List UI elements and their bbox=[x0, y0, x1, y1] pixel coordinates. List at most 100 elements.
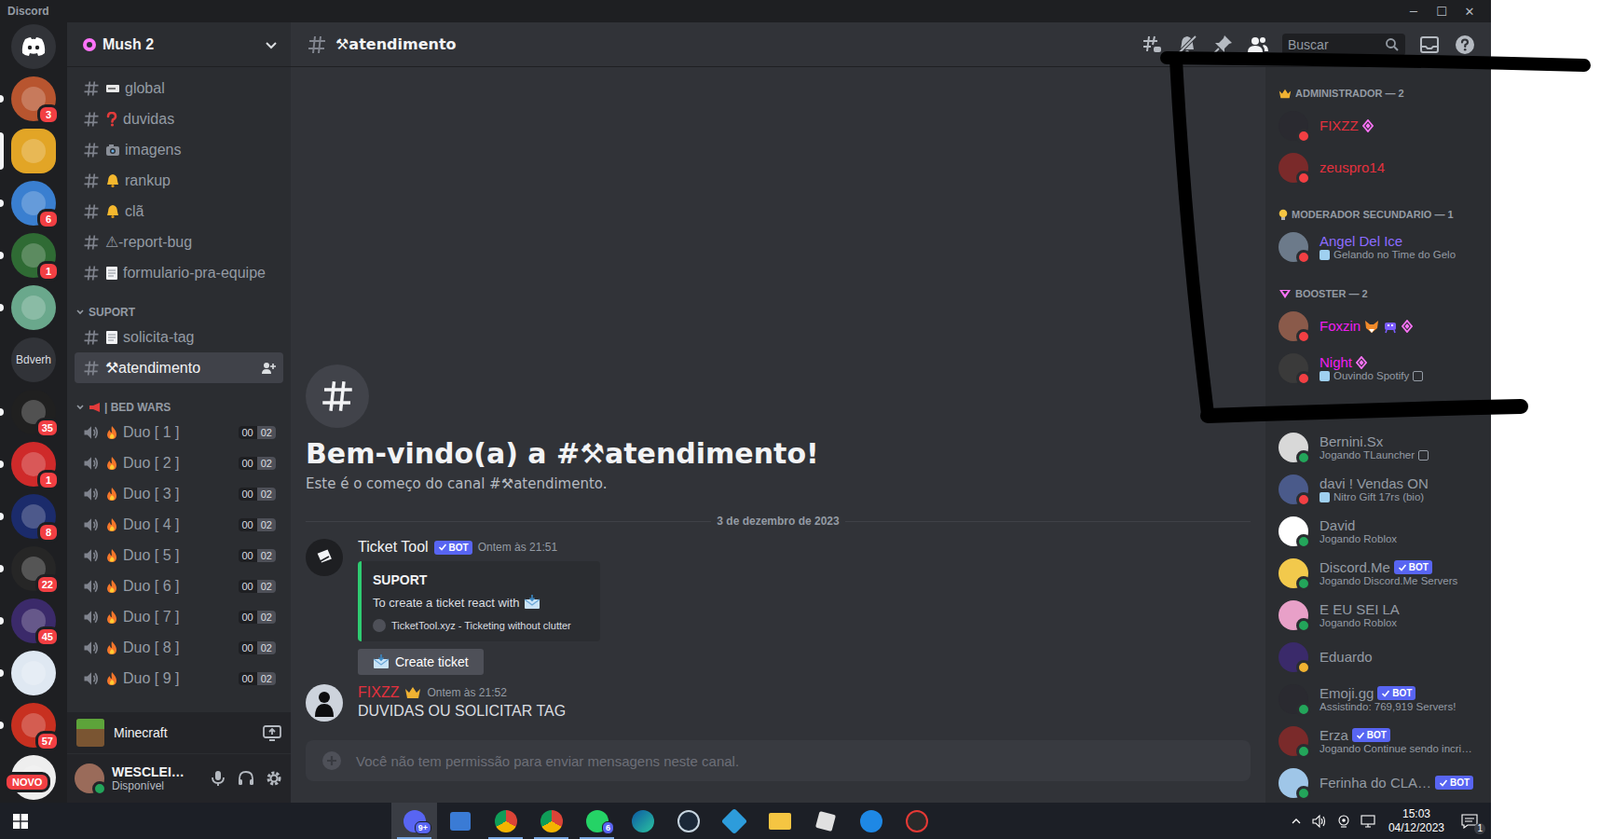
taskbar-app-button[interactable]: 6 bbox=[574, 802, 620, 839]
channel-item[interactable]: solicita-tag bbox=[74, 321, 284, 353]
taskbar-app-button[interactable] bbox=[665, 802, 712, 839]
member-item[interactable]: Ferinha do CLA…BOT bbox=[1271, 761, 1486, 803]
member-avatar bbox=[1278, 474, 1309, 505]
member-item[interactable]: DavidJogando Roblox bbox=[1271, 509, 1486, 552]
channel-category[interactable]: SUPORT bbox=[74, 302, 284, 322]
start-button[interactable] bbox=[0, 802, 42, 839]
channel-item[interactable]: Duo [ 4 ]0002 bbox=[74, 508, 284, 540]
server-item[interactable] bbox=[0, 128, 68, 174]
server-item[interactable]: 1 bbox=[0, 232, 68, 278]
channel-item[interactable]: Duo [ 2 ]0002 bbox=[74, 447, 284, 479]
server-item[interactable]: 22 bbox=[0, 546, 68, 591]
channel-item[interactable]: ⚒atendimento bbox=[74, 352, 284, 383]
taskbar-app-button[interactable] bbox=[802, 802, 848, 839]
channel-item[interactable]: formulario-pra-equipe bbox=[74, 257, 284, 288]
channel-item[interactable]: Duo [ 9 ]0002 bbox=[74, 662, 284, 694]
taskbar-app-button[interactable] bbox=[482, 802, 529, 839]
member-item[interactable]: E EU SEI LAJogando Roblox bbox=[1271, 593, 1486, 636]
inbox-icon[interactable] bbox=[1418, 33, 1441, 56]
message-avatar[interactable] bbox=[305, 538, 343, 576]
help-icon[interactable] bbox=[1453, 33, 1477, 56]
bulb-icon bbox=[1278, 208, 1288, 221]
create-ticket-button[interactable]: Create ticket bbox=[357, 648, 484, 675]
server-item[interactable]: 35 bbox=[0, 389, 68, 435]
message-author[interactable]: Ticket Tool bbox=[357, 538, 429, 556]
channel-item[interactable]: Duo [ 6 ]0002 bbox=[74, 570, 284, 602]
message-avatar[interactable] bbox=[305, 683, 343, 722]
member-item[interactable]: Emoji.ggBOTAssistindo: 769,919 Servers! bbox=[1271, 677, 1486, 720]
taskbar-app-button[interactable] bbox=[437, 802, 483, 839]
channel-item[interactable]: ⚠-report-bug bbox=[74, 226, 284, 258]
server-item[interactable] bbox=[0, 650, 68, 696]
clock[interactable]: 15:0304/12/2023 bbox=[1384, 806, 1449, 835]
taskbar-app-button[interactable] bbox=[756, 802, 803, 839]
taskbar-app-button[interactable]: 9+ bbox=[391, 802, 438, 839]
message-author[interactable]: FIXZZ bbox=[357, 683, 399, 701]
home-button[interactable] bbox=[0, 24, 68, 69]
taskbar-app-button[interactable] bbox=[847, 802, 894, 839]
member-item[interactable]: davi ! Vendas ONNitro Gift 17rs (bio) bbox=[1271, 467, 1486, 510]
channel-item[interactable]: Duo [ 1 ]0002 bbox=[74, 416, 284, 448]
taskbar-app-button[interactable] bbox=[619, 802, 666, 839]
channel-item[interactable]: clã bbox=[74, 195, 284, 227]
channel-item[interactable]: rankup bbox=[74, 164, 284, 196]
threads-icon[interactable] bbox=[1140, 33, 1163, 56]
muted-bell-icon[interactable] bbox=[1176, 33, 1199, 56]
plus-circle-icon[interactable] bbox=[320, 749, 343, 772]
channel-item[interactable]: Duo [ 7 ]0002 bbox=[74, 601, 284, 632]
activity-row[interactable]: Minecraft bbox=[67, 711, 291, 754]
server-item[interactable] bbox=[0, 285, 68, 330]
pin-icon[interactable] bbox=[1211, 33, 1234, 56]
channel-item[interactable]: global bbox=[74, 72, 284, 104]
window-control-button[interactable]: ☐ bbox=[1427, 4, 1456, 19]
guild-header[interactable]: Mush 2 bbox=[67, 22, 291, 68]
notification-center-button[interactable]: 1 bbox=[1457, 813, 1482, 829]
search-field[interactable]: Buscar bbox=[1282, 33, 1406, 56]
window-control-button[interactable]: ─ bbox=[1399, 4, 1428, 19]
window-control-button[interactable]: ✕ bbox=[1455, 4, 1484, 19]
tray-chevron-icon[interactable] bbox=[1289, 814, 1303, 828]
member-item[interactable]: Angel Del IceGelando no Time do Gelo bbox=[1271, 225, 1486, 268]
server-item[interactable]: 8 bbox=[0, 493, 68, 539]
user-info[interactable]: WESCLEI…Disponível bbox=[111, 764, 185, 793]
member-item[interactable]: Foxzin bbox=[1271, 304, 1486, 347]
channel-category[interactable]: | BED WARS bbox=[74, 397, 284, 417]
taskbar-app-button[interactable] bbox=[711, 802, 757, 839]
network-icon[interactable] bbox=[1360, 813, 1376, 829]
member-item[interactable]: zeuspro14 bbox=[1271, 146, 1486, 189]
server-item[interactable]: 6 bbox=[0, 180, 68, 226]
member-item[interactable]: Eduardo bbox=[1271, 635, 1486, 678]
taskbar-app-button[interactable] bbox=[528, 802, 575, 839]
member-item[interactable]: FIXZZ bbox=[1271, 104, 1486, 147]
server-item[interactable]: NOVO bbox=[0, 754, 68, 800]
taskbar-app-button[interactable] bbox=[893, 802, 940, 839]
server-item[interactable]: 3 bbox=[0, 76, 68, 122]
channel-item[interactable]: Duo [ 3 ]0002 bbox=[74, 478, 284, 509]
member-list-icon[interactable] bbox=[1246, 33, 1270, 56]
member-item[interactable]: Bernini.SxJogando TLauncher bbox=[1271, 425, 1486, 468]
server-item[interactable]: Bdverh bbox=[0, 337, 68, 383]
settings-gear-icon[interactable] bbox=[264, 768, 284, 788]
member-item[interactable]: ErzaBOTJogando Continue sendo incri… bbox=[1271, 719, 1486, 762]
server-item[interactable]: 45 bbox=[0, 598, 68, 643]
channel-item[interactable]: imagens bbox=[74, 134, 284, 165]
screen-share-icon[interactable] bbox=[262, 724, 282, 741]
screen: Discord─☐✕361Bdverh3518224557NOVOMush 2g… bbox=[0, 0, 1600, 839]
member-item[interactable]: NightOuvindo Spotify bbox=[1271, 346, 1486, 389]
server-item[interactable]: 57 bbox=[0, 702, 68, 748]
channel-item[interactable]: Duo [ 5 ]0002 bbox=[74, 539, 284, 571]
volume-icon[interactable] bbox=[1312, 813, 1327, 829]
server-item[interactable]: 1 bbox=[0, 441, 68, 487]
message-body: FIXZZOntem às 21:52DUVIDAS OU SOLICITAR … bbox=[357, 683, 566, 722]
headphones-icon[interactable] bbox=[236, 768, 256, 788]
voice-user-count: 0002 bbox=[238, 425, 277, 439]
taskbar-badge: 9+ bbox=[414, 820, 432, 835]
add-member-icon[interactable] bbox=[260, 360, 276, 376]
microphone-icon[interactable] bbox=[208, 768, 228, 788]
webcam-icon[interactable] bbox=[1336, 813, 1352, 829]
channel-item[interactable]: Duo [ 8 ]0002 bbox=[74, 631, 284, 663]
message-input[interactable]: Você não tem permissão para enviar mensa… bbox=[305, 739, 1251, 781]
member-item[interactable]: Discord.MeBOTJogando Discord.Me Servers bbox=[1271, 551, 1486, 594]
user-avatar[interactable] bbox=[74, 763, 105, 794]
channel-item[interactable]: duvidas bbox=[74, 103, 284, 135]
